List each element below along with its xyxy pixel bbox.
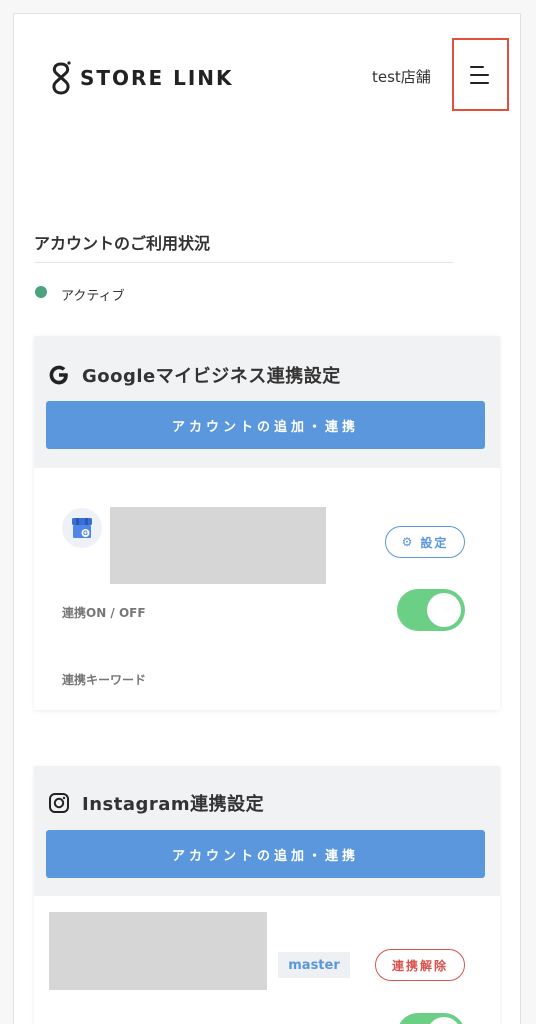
status-dot-icon [35, 286, 47, 298]
instagram-account-image [49, 912, 267, 990]
instagram-card-title-text: Instagram連携設定 [82, 794, 265, 815]
logo[interactable]: STORE LINK [50, 58, 234, 98]
account-status-title: アカウントのご利用状況 [34, 234, 211, 253]
google-keyword-label: 連携キーワード [62, 673, 147, 687]
menu-icon-line [470, 66, 484, 68]
svg-text:G: G [83, 531, 88, 537]
google-icon [49, 365, 68, 385]
instagram-card-header: Instagram連携設定 アカウントの追加・連携 [34, 766, 500, 896]
status-label: アクティブ [61, 289, 125, 304]
master-badge: master [278, 952, 350, 978]
divider [34, 262, 454, 263]
google-settings-button[interactable]: ⚙ 設定 [385, 526, 465, 558]
menu-icon-line [470, 74, 489, 76]
menu-button[interactable] [452, 38, 509, 111]
google-card-title: Googleマイビジネス連携設定 [48, 362, 341, 388]
store-name[interactable]: test店舗 [372, 66, 431, 87]
google-card-header: Googleマイビジネス連携設定 アカウントの追加・連携 [34, 336, 500, 468]
google-account-image [110, 507, 326, 584]
instagram-add-account-button[interactable]: アカウントの追加・連携 [46, 830, 485, 878]
app-frame: STORE LINK test店舗 アカウントのご利用状況 アクティブ Goog… [13, 13, 521, 1024]
instagram-unlink-button[interactable]: 連携解除 [375, 949, 465, 981]
instagram-card: Instagram連携設定 アカウントの追加・連携 master 連携解除 [34, 766, 500, 1024]
instagram-link-toggle[interactable] [397, 1013, 465, 1024]
google-card: Googleマイビジネス連携設定 アカウントの追加・連携 G ⚙ 設定 連携ON… [34, 336, 500, 710]
google-card-title-text: Googleマイビジネス連携設定 [82, 366, 341, 387]
google-add-account-button[interactable]: アカウントの追加・連携 [46, 401, 485, 449]
instagram-icon [49, 793, 69, 813]
google-link-toggle[interactable] [397, 589, 465, 631]
google-toggle-label: 連携ON / OFF [62, 606, 146, 620]
google-settings-label: 設定 [420, 535, 449, 550]
instagram-card-title: Instagram連携設定 [48, 790, 264, 816]
toggle-knob [427, 1017, 461, 1024]
header: STORE LINK test店舗 [14, 14, 520, 144]
logo-text: STORE LINK [80, 66, 234, 90]
store-link-logo-icon [52, 61, 71, 95]
toggle-knob [427, 593, 461, 627]
gear-icon: ⚙ [401, 535, 415, 549]
menu-icon-line [470, 82, 489, 84]
gmb-store-icon: G [62, 508, 102, 548]
